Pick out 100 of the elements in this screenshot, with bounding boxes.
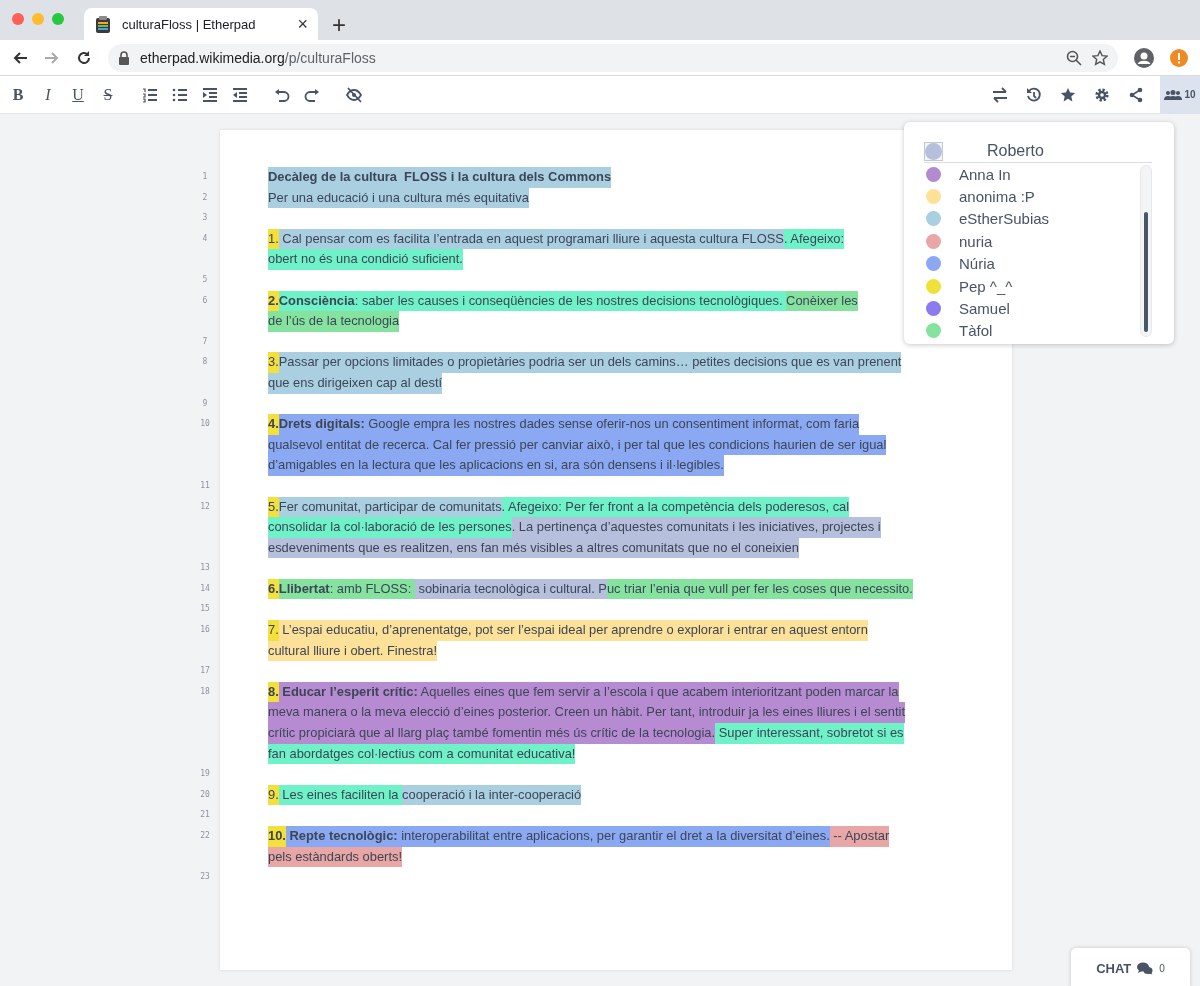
line-number: 19 <box>199 768 211 781</box>
author-highlighted-text: Les eines faciliten la <box>278 784 402 806</box>
line-number: 7 <box>201 335 209 348</box>
reload-icon[interactable] <box>76 49 92 66</box>
user-name: Anna In <box>959 165 1011 183</box>
author-highlighted-text: sobinaria tecnològica i cultural. P <box>414 578 607 600</box>
format-button[interactable]: S <box>100 85 116 104</box>
author-highlighted-text: . La pertinença d’aquestes comunitats i les iniciatives, projectes i <box>511 517 881 538</box>
author-highlighted-text: obert no és una condició suficient. <box>268 249 463 270</box>
line-number: 21 <box>199 809 211 822</box>
author-highlighted-text: 6. <box>268 578 279 600</box>
numbered-list-icon[interactable] <box>142 86 158 103</box>
eye-slash-icon[interactable] <box>346 86 362 103</box>
author-highlighted-text: 7. <box>268 620 279 641</box>
line-number: 11 <box>199 479 211 492</box>
user-name: Núria <box>959 255 995 273</box>
line-number: 6 <box>201 294 209 307</box>
author-highlighted-text: crític propiciarà que al llarg plaç també fomentin més ús crític de la tecnologia. <box>268 723 716 744</box>
user-name: eStherSubias <box>959 210 1050 228</box>
line-number: 10 <box>199 418 211 431</box>
share-icon[interactable] <box>1128 86 1144 103</box>
author-highlighted-text: : amb FLOSS: <box>329 578 415 600</box>
author-highlighted-text: fan abordatges col·lectius com a comunitat educativa! <box>268 743 576 765</box>
author-highlighted-text: esdeveniments que es realitzen, ens fan més visibles a altres comunitats que no el coneixien <box>268 537 799 559</box>
swap-arrows-icon[interactable] <box>992 86 1008 103</box>
url-path: /p/culturaFloss <box>284 49 376 66</box>
undo-icon[interactable] <box>274 86 290 103</box>
author-highlighted-text: Drets digitals: <box>278 414 365 435</box>
author-highlighted-text: qualsevol entitat de recerca. Cal fer pressió per canviar això, i per tal que les condicions haurien de ser igual <box>268 434 887 456</box>
author-highlighted-text: . Afegeixo: Per fer front a la competència dels poderesos, cal <box>501 496 850 518</box>
outdent-icon[interactable] <box>232 86 248 103</box>
line-number: 9 <box>201 397 209 410</box>
line-number: 3 <box>201 212 209 225</box>
indent-icon[interactable] <box>202 86 218 103</box>
color-swatch[interactable] <box>924 141 943 161</box>
format-button[interactable]: B <box>10 85 26 104</box>
bulleted-list-icon[interactable] <box>172 86 188 103</box>
line-number: 13 <box>199 562 211 575</box>
line-number: 4 <box>201 232 209 245</box>
author-highlighted-text: Conèixer les <box>786 290 858 312</box>
author-highlighted-text: Aquelles eines que fem servir a l’escola i que acabem interioritzant poden marcar la <box>417 681 899 703</box>
zoom-icon[interactable] <box>1066 49 1082 66</box>
tab-close-button[interactable]: × <box>297 15 308 33</box>
address-field[interactable]: etherpad.wikimedia.org/p/culturaFloss <box>108 43 1118 72</box>
author-highlighted-text: 5. <box>268 496 279 518</box>
browser-tab[interactable]: culturaFloss | Etherpad × <box>84 8 318 40</box>
name-field[interactable]: Roberto <box>953 141 1194 161</box>
scrollbar-thumb[interactable] <box>1144 212 1148 332</box>
author-highlighted-text: Llibertat <box>278 578 330 600</box>
star-outline-icon[interactable] <box>1092 49 1108 66</box>
author-highlighted-text: que ens dirigeixen cap al destí <box>268 372 443 394</box>
back-icon[interactable] <box>12 49 28 66</box>
author-highlighted-text: 2. <box>268 290 279 312</box>
star-icon[interactable] <box>1060 86 1076 103</box>
author-highlighted-text: meva manera o la meva elecció d’eines posterior. Creen un hàbit. Per tant, introduir ja les eines lliures i el sentit <box>268 702 905 724</box>
chat-button[interactable]: CHAT 0 <box>1071 948 1190 986</box>
line-number: 22 <box>199 830 211 842</box>
author-highlighted-text: 1. <box>268 228 279 250</box>
line-number: 18 <box>199 685 211 698</box>
history-icon[interactable] <box>1026 86 1042 103</box>
author-highlighted-text: Fer comunitat, participar de comunitats <box>278 496 502 518</box>
author-highlighted-text: cultural lliure i obert. Finestra! <box>268 640 438 662</box>
format-button[interactable]: I <box>40 85 56 104</box>
redo-icon[interactable] <box>304 86 320 103</box>
user-name: anonima :P <box>959 188 1035 206</box>
author-highlighted-text: Educar l’esperit crític: <box>278 681 418 703</box>
line-number: 14 <box>199 582 211 595</box>
author-highlighted-text: L’espai educatiu, d’aprenentatge, pot ser l’espai ideal per aprendre o explorar i entrar en aquest entorn <box>278 620 868 641</box>
line-number: 5 <box>201 273 209 286</box>
line-number: 1 <box>201 171 209 183</box>
author-highlighted-text: uc triar l’enia que vull per fer les coses que necessito. <box>606 578 913 600</box>
profile-icon[interactable] <box>1134 47 1154 68</box>
author-highlighted-text: d’amigables en la lectura que les aplicacions en si, ara són densens i il·legibles. <box>268 455 724 476</box>
author-highlighted-text: -- Apostar <box>829 826 890 847</box>
author-highlighted-text: pels estàndards oberts! <box>268 846 402 868</box>
author-highlighted-text: Per una educació i una cultura més equitativa <box>268 187 529 209</box>
line-number: 8 <box>201 356 209 369</box>
users-button[interactable]: 10 <box>1160 75 1200 114</box>
format-button[interactable]: U <box>70 85 86 104</box>
author-highlighted-text: Consciència <box>278 290 355 312</box>
line-number: 17 <box>199 665 211 678</box>
author-highlighted-text: Decàleg de la cultura FLOSS i la cultura dels Commons <box>268 167 612 188</box>
lock-icon <box>118 50 130 65</box>
author-highlighted-text: de l’ús de la tecnologia <box>268 311 400 332</box>
author-highlighted-text: 4. <box>268 414 279 435</box>
author-highlighted-text: 9. <box>268 784 279 806</box>
author-highlighted-text: cooperació i la inter-cooperació <box>402 784 582 806</box>
author-highlighted-text: Repte tecnològic: <box>285 826 398 847</box>
new-tab-button[interactable]: + <box>332 13 346 37</box>
settings-icon[interactable] <box>1094 86 1110 103</box>
author-highlighted-text: : saber les causes i conseqüències de les nostres decisions tecnològiques. <box>354 290 787 312</box>
author-highlighted-text: 10. <box>268 826 286 847</box>
line-number: 16 <box>199 624 211 637</box>
line-number: 12 <box>199 500 211 513</box>
user-name: Samuel <box>959 300 1010 318</box>
clipboard-icon <box>94 15 112 33</box>
users-icon <box>1164 89 1183 100</box>
user-name: Tàfol <box>959 322 993 340</box>
user-name: Pep ^_^ <box>959 277 1013 295</box>
line-number: 20 <box>199 788 211 801</box>
